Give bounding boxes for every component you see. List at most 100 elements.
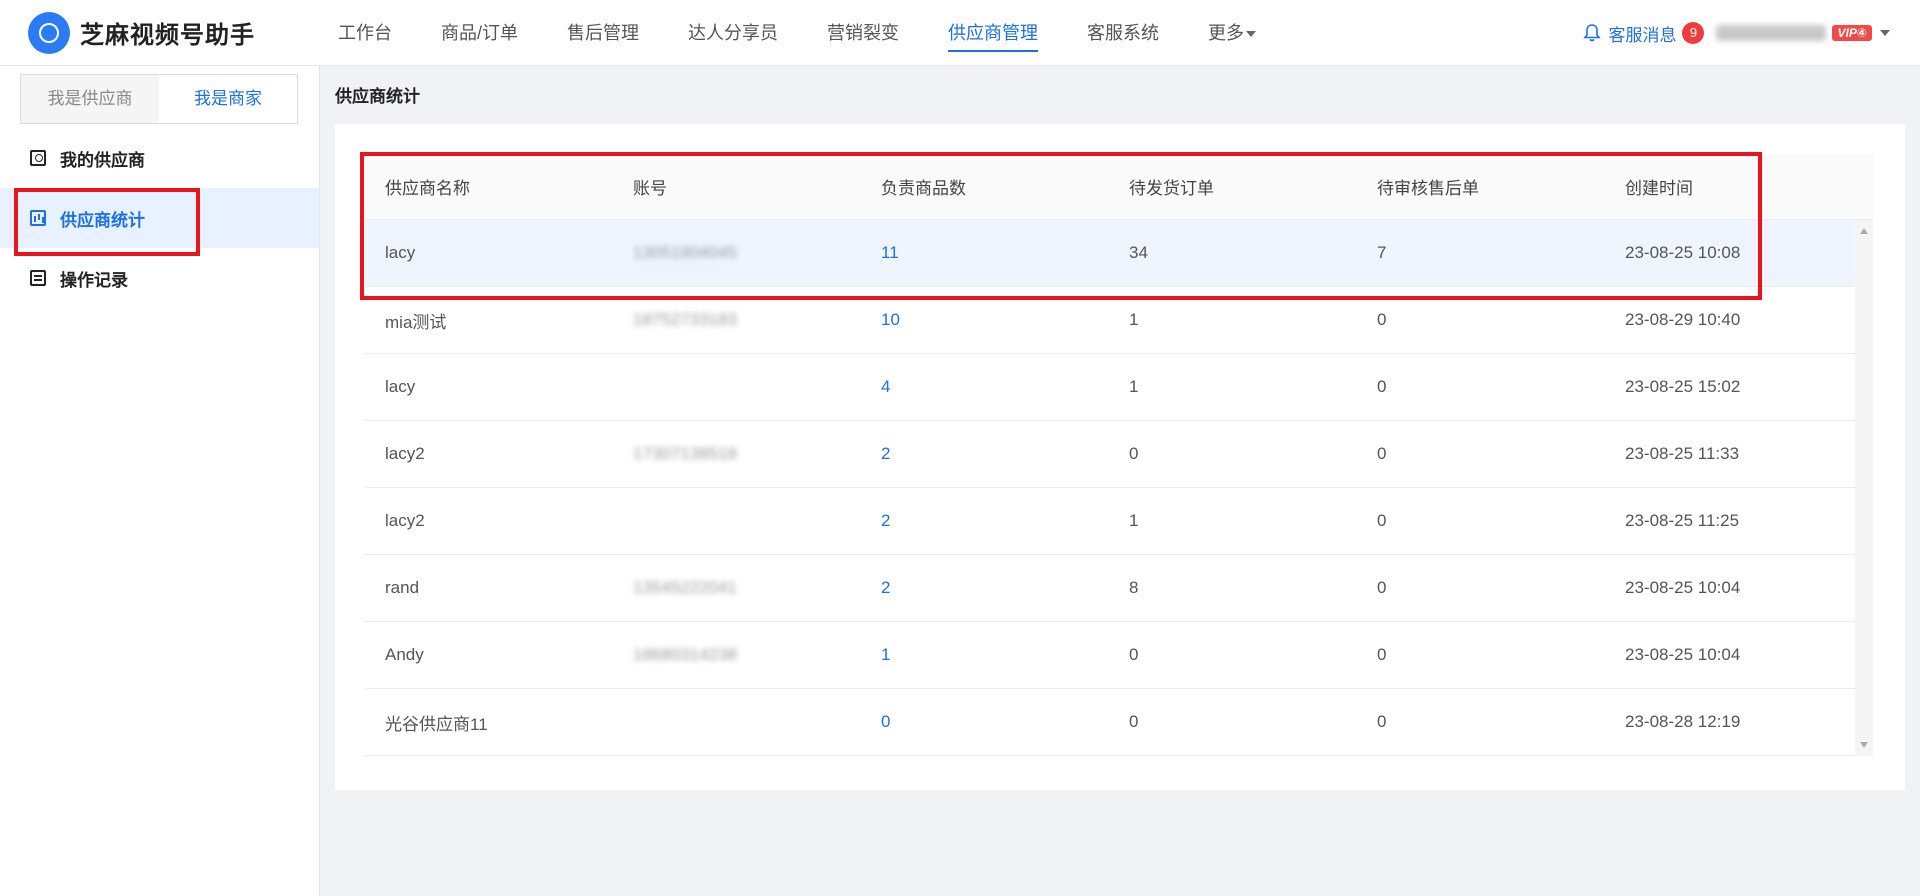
header-user-area: 客服消息 9 VIP④: [1582, 0, 1890, 66]
table-row[interactable]: rand 13545222041 2 8 0 23-08-25 10:04: [365, 555, 1855, 622]
cell-product-count-link[interactable]: 10: [861, 287, 1109, 353]
sidebar-item-my-suppliers[interactable]: 我的供应商: [0, 128, 319, 188]
column-header-created-time: 创建时间: [1625, 179, 1693, 198]
table-row[interactable]: lacy2 2 1 0 23-08-25 11:25: [365, 488, 1855, 555]
cell-product-count-link[interactable]: 1: [861, 622, 1109, 688]
cell-pending-after-sale: 0: [1377, 377, 1387, 396]
cell-created-time: 23-08-29 10:40: [1625, 310, 1741, 329]
scroll-down-arrow-icon[interactable]: [1860, 742, 1868, 748]
column-header-supplier-name: 供应商名称: [385, 179, 470, 198]
cell-account: 18752733183: [633, 310, 738, 329]
cell-pending-shipment: 0: [1129, 444, 1139, 463]
stats-card: 供应商名称 账号 负责商品数 待发货订单 待审核售后单 创建时间 lacy 13…: [335, 124, 1905, 790]
vip-badge: VIP④: [1832, 25, 1872, 41]
table-header: 供应商名称 账号 负责商品数 待发货订单 待审核售后单 创建时间: [365, 154, 1873, 220]
cell-account: 18680314238: [633, 645, 738, 664]
cell-product-count-link[interactable]: 2: [861, 421, 1109, 487]
column-header-pending-shipment: 待发货订单: [1129, 179, 1214, 198]
cell-created-time: 23-08-25 10:08: [1625, 243, 1741, 262]
person-card-icon: [30, 150, 46, 166]
cell-account: [613, 689, 861, 755]
nav-item-workbench[interactable]: 工作台: [338, 0, 392, 66]
bell-icon[interactable]: [1582, 23, 1602, 43]
table-row[interactable]: 光谷供应商11 0 0 0 23-08-28 12:19: [365, 689, 1855, 756]
cell-product-count-link[interactable]: 11: [861, 220, 1109, 286]
bar-chart-icon: [30, 210, 46, 226]
cell-supplier-name: Andy: [385, 645, 424, 664]
sidebar-item-operation-log[interactable]: 操作记录: [0, 248, 319, 308]
sidebar-item-label: 供应商统计: [60, 210, 145, 230]
tab-i-am-merchant[interactable]: 我是商家: [159, 75, 297, 123]
top-header: 芝麻视频号助手 工作台 商品/订单 售后管理 达人分享员 营销裂变 供应商管理 …: [0, 0, 1920, 66]
cell-account: 13051904045: [633, 243, 738, 262]
cell-account: [613, 354, 861, 420]
cell-pending-shipment: 34: [1129, 243, 1148, 262]
cell-pending-after-sale: 7: [1377, 243, 1387, 262]
page-title: 供应商统计: [335, 87, 420, 106]
cell-created-time: 23-08-25 15:02: [1625, 377, 1741, 396]
cell-product-count-link[interactable]: 2: [861, 555, 1109, 621]
messages-link[interactable]: 客服消息: [1608, 21, 1676, 46]
app-name: 芝麻视频号助手: [80, 22, 255, 49]
user-menu-chevron-icon[interactable]: [1880, 30, 1890, 36]
chevron-down-icon: [1246, 30, 1257, 37]
cell-supplier-name: mia测试: [385, 312, 447, 332]
cell-created-time: 23-08-25 11:25: [1625, 511, 1740, 530]
user-account-blurred[interactable]: [1716, 25, 1827, 41]
table-row[interactable]: lacy 13051904045 11 34 7 23-08-25 10:08: [365, 220, 1855, 287]
cell-pending-shipment: 0: [1129, 645, 1139, 664]
nav-more-label: 更多: [1208, 22, 1245, 43]
nav-item-influencers[interactable]: 达人分享员: [688, 0, 778, 66]
cell-account: [613, 488, 861, 554]
cell-pending-shipment: 1: [1129, 377, 1139, 396]
cell-created-time: 23-08-25 10:04: [1625, 578, 1741, 597]
cell-product-count-link[interactable]: 2: [861, 488, 1109, 554]
cell-product-count-link[interactable]: 0: [861, 689, 1109, 755]
cell-pending-after-sale: 0: [1377, 712, 1387, 731]
table-row[interactable]: Andy 18680314238 1 0 0 23-08-25 10:04: [365, 622, 1855, 689]
cell-supplier-name: lacy2: [385, 444, 425, 463]
nav-item-more[interactable]: 更多: [1208, 0, 1257, 66]
cell-account: 13545222041: [633, 578, 738, 597]
column-header-pending-after-sale: 待审核售后单: [1377, 179, 1479, 198]
supplier-stats-table: 供应商名称 账号 负责商品数 待发货订单 待审核售后单 创建时间 lacy 13…: [365, 154, 1873, 756]
scroll-up-arrow-icon[interactable]: [1860, 228, 1868, 234]
table-body: lacy 13051904045 11 34 7 23-08-25 10:08 …: [365, 220, 1873, 756]
logo-icon: [28, 11, 70, 54]
cell-pending-after-sale: 0: [1377, 511, 1387, 530]
cell-pending-shipment: 8: [1129, 578, 1139, 597]
sidebar-item-supplier-stats[interactable]: 供应商统计: [0, 188, 319, 248]
cell-pending-shipment: 1: [1129, 511, 1139, 530]
cell-supplier-name: lacy: [385, 377, 416, 396]
main-nav: 工作台 商品/订单 售后管理 达人分享员 营销裂变 供应商管理 客服系统 更多: [338, 0, 1305, 66]
table-row[interactable]: lacy 4 1 0 23-08-25 15:02: [365, 354, 1855, 421]
cell-created-time: 23-08-28 12:19: [1625, 712, 1741, 731]
cell-supplier-name: lacy2: [385, 511, 425, 530]
tab-i-am-supplier[interactable]: 我是供应商: [21, 75, 159, 123]
cell-pending-shipment: 0: [1129, 712, 1139, 731]
cell-supplier-name: 光谷供应商11: [385, 714, 488, 734]
cell-account: 17307138518: [633, 444, 738, 463]
role-tabs: 我是供应商 我是商家: [20, 74, 298, 124]
nav-item-after-sales[interactable]: 售后管理: [567, 0, 639, 66]
table-scrollbar[interactable]: [1855, 220, 1873, 756]
table-row[interactable]: lacy2 17307138518 2 0 0 23-08-25 11:33: [365, 421, 1855, 488]
table-row[interactable]: mia测试 18752733183 10 1 0 23-08-29 10:40: [365, 287, 1855, 354]
messages-count-badge: 9: [1682, 22, 1705, 44]
sidebar: 我是供应商 我是商家 我的供应商 供应商统计 操作记录: [0, 66, 320, 896]
sidebar-item-label: 我的供应商: [60, 150, 145, 170]
nav-item-marketing[interactable]: 营销裂变: [827, 0, 899, 66]
column-header-account: 账号: [633, 179, 667, 198]
cell-created-time: 23-08-25 11:33: [1625, 444, 1740, 463]
cell-pending-after-sale: 0: [1377, 645, 1387, 664]
nav-item-customer-service[interactable]: 客服系统: [1087, 0, 1159, 66]
cell-supplier-name: rand: [385, 578, 420, 597]
cell-product-count-link[interactable]: 4: [861, 354, 1109, 420]
log-icon: [30, 270, 46, 286]
nav-item-products-orders[interactable]: 商品/订单: [441, 0, 518, 66]
app-logo[interactable]: 芝麻视频号助手: [28, 11, 318, 54]
nav-item-supplier-management[interactable]: 供应商管理: [948, 0, 1039, 66]
cell-pending-after-sale: 0: [1377, 578, 1387, 597]
cell-supplier-name: lacy: [385, 243, 416, 262]
cell-pending-after-sale: 0: [1377, 444, 1387, 463]
